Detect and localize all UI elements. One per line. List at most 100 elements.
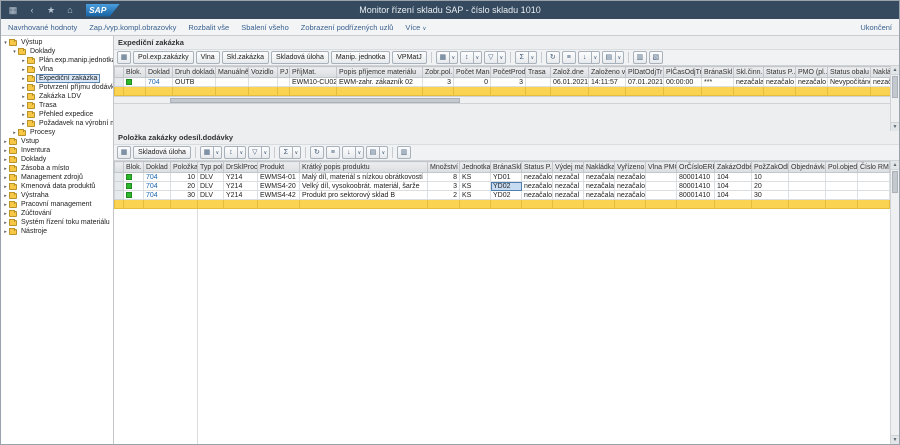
choose-layout-dropdown-icon[interactable]: ∨ [450, 51, 458, 64]
column-header-doklad[interactable]: Doklad [146, 67, 173, 78]
expand-arrow-icon[interactable]: ▸ [2, 166, 9, 172]
menu-item-default-values[interactable]: Navrhované hodnoty [8, 23, 77, 32]
vertical-scrollbar[interactable]: ▲ ▼ [890, 161, 899, 444]
cell[interactable] [646, 173, 677, 182]
cell[interactable] [858, 182, 890, 191]
cell[interactable]: nezačalo [522, 173, 553, 182]
cell[interactable]: nezačalo [522, 182, 553, 191]
column-header-nakladka[interactable]: Nakládka [871, 67, 891, 78]
expand-arrow-icon[interactable]: ▸ [11, 130, 18, 136]
tree-item-inventura[interactable]: ▸Inventura [1, 146, 113, 155]
column-header-blok[interactable]: Blok. [124, 162, 144, 173]
column-header-nakladka[interactable]: Nakládka [584, 162, 615, 173]
cell[interactable]: *** [702, 78, 734, 87]
row-selector[interactable] [115, 173, 124, 182]
cell[interactable]: nezačala [584, 191, 615, 200]
expand-arrow-icon[interactable]: ▸ [2, 139, 9, 145]
cell[interactable] [278, 78, 290, 87]
cell[interactable]: YD02 [491, 191, 522, 200]
cell[interactable] [249, 78, 278, 87]
cell[interactable]: nezačala [584, 182, 615, 191]
cell[interactable]: Velký díl, vysokoobrát. materiál, šarže [300, 182, 428, 191]
cell[interactable]: DLV [198, 182, 224, 191]
column-header-druh-dokladu[interactable]: Druh dokladu [173, 67, 216, 78]
data-row[interactable]: 70420DLVY214EWMS4-20Velký díl, vysokoobr… [115, 182, 890, 191]
sort-icon[interactable]: ↕ [224, 146, 238, 159]
cell[interactable] [826, 182, 858, 191]
cell[interactable]: nezačalo [522, 191, 553, 200]
cell[interactable]: 14:11:57 [589, 78, 626, 87]
cell[interactable] [826, 173, 858, 182]
cell[interactable]: 80001410 [677, 182, 715, 191]
tree-item-zasoba-a-misto[interactable]: ▸Zásoba a místo [1, 164, 113, 173]
cell[interactable] [789, 182, 826, 191]
print-icon[interactable]: ▥ [397, 146, 411, 159]
column-header-produkt[interactable]: Produkt [258, 162, 300, 173]
cell[interactable]: DLV [198, 191, 224, 200]
export-icon[interactable]: ↓ [342, 146, 356, 159]
graph-icon[interactable]: ▧ [649, 51, 663, 64]
cell[interactable]: YD02 [491, 182, 522, 191]
cell[interactable]: nezačalo [615, 191, 646, 200]
cell[interactable]: nezačala [734, 78, 764, 87]
button-manip-jednotka[interactable]: Manip. jednotka [331, 51, 390, 64]
column-header-plcasodjtr[interactable]: PlČasOdjTr [664, 67, 702, 78]
cell[interactable]: nezačala [871, 78, 891, 87]
details-icon[interactable]: ≡ [326, 146, 340, 159]
tree-item-procesy[interactable]: ▸Procesy [1, 128, 113, 137]
cell[interactable]: KS [460, 191, 491, 200]
horizontal-scrollbar[interactable] [114, 96, 890, 104]
cell[interactable]: YD01 [491, 173, 522, 182]
vertical-scrollbar[interactable]: ▲ ▼ [890, 66, 899, 131]
column-header-branaskl[interactable]: BránaSkl [491, 162, 522, 173]
choose-layout-icon[interactable]: ▦ [200, 146, 214, 159]
export-dropdown-icon[interactable]: ∨ [592, 51, 600, 64]
cell[interactable]: nezačal [553, 191, 584, 200]
cell[interactable]: Produkt pro sektorový sklad B [300, 191, 428, 200]
column-header-pmo-pl[interactable]: PMO (pl... [796, 67, 828, 78]
cell[interactable]: 3 [491, 78, 526, 87]
expand-arrow-icon[interactable]: ▸ [2, 220, 9, 226]
column-header-vydej-mat[interactable]: Výdej mat. [553, 162, 584, 173]
column-header-prijmat[interactable]: PříjMat. [290, 67, 337, 78]
column-header-pozzakodb[interactable]: PožZakOdb [752, 162, 789, 173]
column-header-pocet-manj[interactable]: Počet ManJ [454, 67, 491, 78]
tree-item-doklady[interactable]: ▾Doklady [1, 47, 113, 56]
grid-view-icon[interactable]: ▦ [117, 51, 131, 64]
cell[interactable]: nezačalo [615, 173, 646, 182]
tree-item-vstup[interactable]: ▸Vstup [1, 137, 113, 146]
cell[interactable]: OUTB [173, 78, 216, 87]
cell[interactable] [858, 173, 890, 182]
cell[interactable]: Y214 [224, 191, 258, 200]
cell[interactable] [124, 182, 144, 191]
tree-item-plan-exp-manip-jednotka[interactable]: ▸Plán.exp.manip.jednotka [1, 56, 113, 65]
tree-item-expedicni-zakazka[interactable]: ▸Expediční zakázka [1, 74, 113, 83]
cell[interactable]: KS [460, 182, 491, 191]
total-dropdown-icon[interactable]: ∨ [529, 51, 537, 64]
cell[interactable]: 80001410 [677, 173, 715, 182]
home-icon[interactable]: ⌂ [62, 3, 78, 17]
tree-item-management-zdroju[interactable]: ▸Management zdrojů [1, 173, 113, 182]
tree-item-potvrzeni-prijmu-dodavky[interactable]: ▸Potvrzení příjmu dodávky [1, 83, 113, 92]
collapse-arrow-icon[interactable]: ▾ [11, 49, 18, 55]
cell[interactable] [124, 191, 144, 200]
tree-item-kmenova-data-produktu[interactable]: ▸Kmenová data produktů [1, 182, 113, 191]
button-pol-exp-zakazky[interactable]: Pol.exp.zakázky [133, 51, 194, 64]
column-header-pol-objed[interactable]: Pol.objed. [826, 162, 858, 173]
cell[interactable]: nezačal [553, 173, 584, 182]
data-row[interactable]: 70410DLVY214EWMS4-01Malý díl, materiál s… [115, 173, 890, 182]
cell[interactable]: 104 [715, 191, 752, 200]
column-header-drsklproc[interactable]: DrSklProc [224, 162, 258, 173]
cell[interactable]: 10 [171, 173, 198, 182]
menu-item-exit[interactable]: Ukončení [860, 23, 892, 32]
refresh-icon[interactable]: ↻ [310, 146, 324, 159]
cell[interactable]: 104 [715, 182, 752, 191]
tree-item-zuctovani[interactable]: ▸Zúčtování [1, 209, 113, 218]
choose-layout-dropdown-icon[interactable]: ∨ [214, 146, 222, 159]
column-header-vozidlo[interactable]: Vozidlo [249, 67, 278, 78]
cell[interactable] [826, 191, 858, 200]
grid-menu-icon[interactable]: ▦ [5, 3, 21, 17]
cell[interactable]: Nevypočítáno [828, 78, 871, 87]
sort-dropdown-icon[interactable]: ∨ [238, 146, 246, 159]
expand-arrow-icon[interactable]: ▸ [20, 112, 27, 118]
